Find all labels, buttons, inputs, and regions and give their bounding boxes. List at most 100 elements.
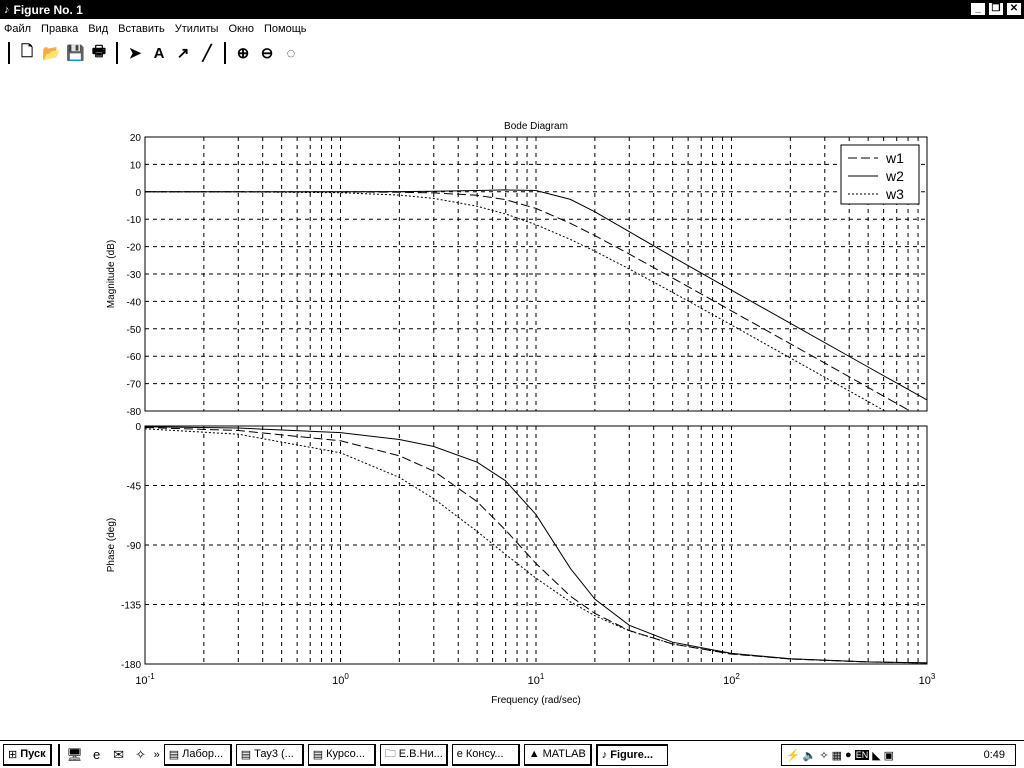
line-icon[interactable]: ╱ [198,44,216,62]
magnitude-axes: 20 10 0 -10 -20 -30 -40 -50 -60 -70 -80 Magnitude (… [106,133,928,418]
ie-icon: e [456,748,463,760]
word-doc-icon: ▤ [240,748,252,761]
menu-file[interactable]: Файл [4,23,31,35]
y-tick-label: -90 [127,541,142,552]
toolbar-separator [224,42,226,64]
y-tick-label: -180 [121,660,141,671]
phase-ylabel: Phase (deg) [106,518,117,572]
toolbar-grip [8,42,10,64]
tray-app-icon[interactable]: ▣ [884,749,894,762]
menu-bar: Файл Правка Вид Вставить Утилиты Окно По… [0,20,1024,38]
zoom-in-icon[interactable]: ⊕ [234,44,252,62]
y-tick-label: -135 [121,601,141,612]
chart-title: Bode Diagram [504,121,568,132]
toolbar: 🗋 📂 💾 🖶 ➤ A ↗ ╱ ⊕ ⊖ ◌ [0,40,1024,66]
taskbar-button-label: Figure... [610,749,653,761]
taskbar-button-label: MATLAB [542,748,586,760]
menu-window[interactable]: Окно [228,23,254,35]
title-bar: ♪ Figure No. 1 _ ❐ ✕ [0,0,1024,19]
language-indicator[interactable]: EN [854,750,870,760]
minimize-button[interactable]: _ [970,2,986,16]
x-tick-label: 100 [332,672,349,687]
legend-box [840,144,920,205]
folder-icon: 🗀 [384,747,396,760]
y-tick-label: -10 [127,215,142,226]
y-tick-label: -45 [127,482,142,493]
word-doc-icon: ▤ [312,748,324,761]
menu-tools[interactable]: Утилиты [175,23,219,35]
quicklaunch-more[interactable]: » [154,749,160,761]
tray-app-icon[interactable]: ✧ [819,749,828,762]
x-tick-label: 102 [723,672,740,687]
taskbar-button[interactable]: ▤ Лабор... [163,743,232,766]
save-icon[interactable]: 💾 [66,44,85,62]
rotate-icon[interactable]: ◌ [282,45,300,62]
y-tick-label: -20 [127,243,142,254]
menu-view[interactable]: Вид [88,23,108,35]
select-arrow-icon[interactable]: ➤ [126,44,144,62]
tray-app-icon[interactable]: ● [845,749,852,761]
text-icon[interactable]: A [150,45,168,62]
taskbar-button-label: Консу... [465,748,504,760]
start-button[interactable]: ⊞ Пуск [3,743,52,766]
magnitude-ylabel: Magnitude (dB) [106,240,117,308]
y-tick-label: 20 [130,133,142,144]
window-title: Figure No. 1 [13,2,83,17]
legend-label: w3 [885,186,904,202]
ie-icon[interactable]: e [88,747,106,762]
open-icon[interactable]: 📂 [42,44,61,62]
volume-icon[interactable]: 🔈 [803,749,817,762]
x-tick-label: 10-1 [135,672,155,687]
zoom-out-icon[interactable]: ⊖ [258,44,276,62]
menu-insert[interactable]: Вставить [118,23,165,35]
legend-label: w2 [885,168,904,184]
x-tick-label: 103 [919,672,936,687]
tray-app-icon[interactable]: ▦ [832,749,842,762]
separator [57,743,60,766]
taskbar-button[interactable]: ▤ Тау3 (... [235,743,304,766]
print-icon[interactable]: 🖶 [90,41,108,66]
menu-help[interactable]: Помощь [264,23,307,35]
legend: w1 w2 w3 [840,144,920,205]
start-label: Пуск [20,748,46,760]
close-button[interactable]: ✕ [1006,2,1022,16]
network-icon[interactable]: ⚡ [786,749,800,762]
phase-axes: 0 -45 -90 -135 -180 Phase (deg) [106,422,928,671]
x-axis-label: Frequency (rad/sec) [491,695,580,706]
taskbar-button-label: Курсо... [326,748,365,760]
y-tick-label: -70 [127,380,142,391]
taskbar-button[interactable]: ♪ Figure... [595,743,668,766]
taskbar-button[interactable]: ▲ MATLAB [523,743,592,766]
legend-label: w1 [885,150,904,166]
matlab-figure-icon: ♪ [4,3,10,16]
windows-logo-icon: ⊞ [8,748,18,761]
y-tick-label: -80 [127,407,142,418]
restore-button[interactable]: ❐ [988,2,1004,16]
y-tick-label: 10 [130,160,142,171]
bode-figure: 20100-10-20-30-40-50-60-70-80Magnitude (… [106,121,936,706]
menu-edit[interactable]: Правка [41,23,78,35]
y-tick-label: 0 [135,188,141,199]
tray-app-icon[interactable]: ◣ [872,749,880,762]
taskbar-button[interactable]: ▤ Курсо... [307,743,376,766]
toolbar-separator [116,42,118,64]
taskbar-button-label: Е.В.Ни... [398,748,443,760]
desktop-icon[interactable]: 🖥 [66,747,84,763]
word-doc-icon: ▤ [168,748,180,761]
y-tick-label: -30 [127,270,142,281]
arrow-icon[interactable]: ↗ [174,44,192,62]
matlab-figure-icon: ♪ [601,749,608,761]
outlook-icon[interactable]: ✉ [110,747,128,763]
taskbar-button-label: Лабор... [182,748,224,760]
taskbar-button[interactable]: 🗀 Е.В.Ни... [379,743,448,766]
y-tick-label: -40 [127,297,142,308]
matlab-icon: ▲ [528,748,540,760]
y-tick-label: 0 [135,422,141,433]
system-tray: ⚡ 🔈 ✧ ▦ ● EN ◣ ▣ 0:49 [781,744,1016,766]
y-tick-label: -50 [127,325,142,336]
new-icon[interactable]: 🗋 [18,41,36,66]
clock: 0:49 [983,749,1005,761]
channels-icon[interactable]: ✧ [132,747,150,763]
taskbar-button[interactable]: e Консу... [451,743,520,766]
taskbar: ⊞ Пуск 🖥 e ✉ ✧ » ▤ Лабор... ▤ Тау3 (... ▤ Курс… [0,740,1024,768]
